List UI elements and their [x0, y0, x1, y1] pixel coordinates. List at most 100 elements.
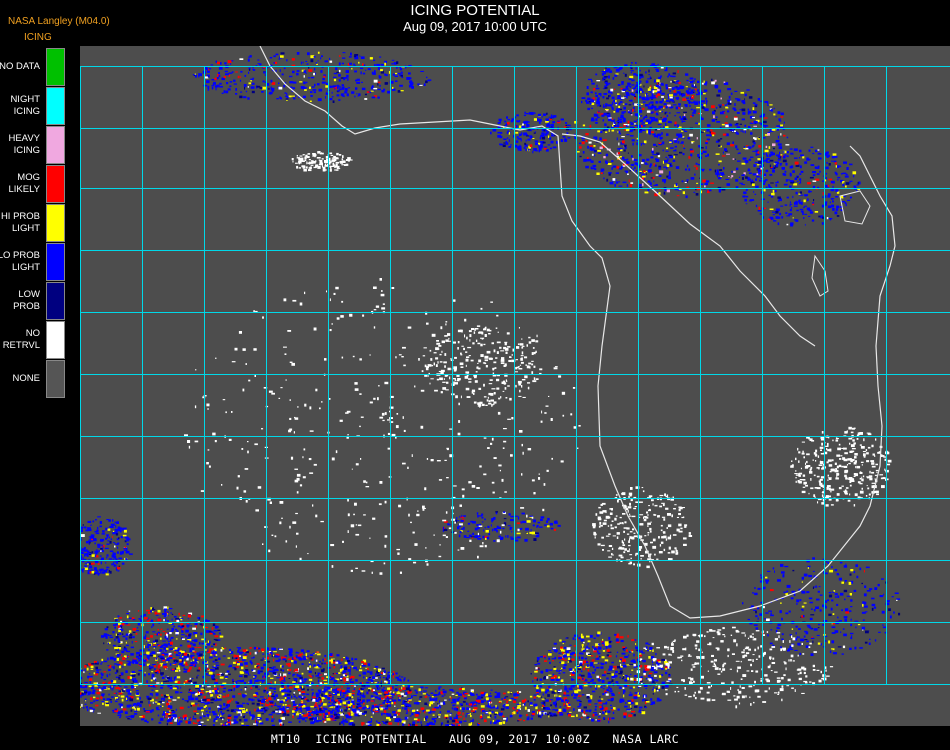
icing-pixel — [313, 72, 315, 76]
icing-pixel — [522, 123, 524, 126]
icing-map[interactable] — [80, 46, 950, 726]
icing-pixel — [208, 707, 211, 710]
icing-pixel — [249, 681, 253, 685]
icing-pixel — [170, 695, 173, 699]
icing-pixel — [675, 183, 678, 187]
icing-pixel — [589, 686, 592, 688]
icing-pixel — [779, 120, 782, 122]
icing-pixel — [339, 55, 341, 57]
icing-pixel — [671, 75, 676, 78]
icing-pixel — [281, 692, 285, 696]
icing-pixel — [689, 133, 693, 137]
icing-pixel — [857, 182, 859, 185]
icing-pixel — [650, 177, 653, 179]
icing-pixel — [132, 703, 135, 707]
icing-pixel — [108, 669, 111, 671]
icing-pixel — [741, 177, 744, 180]
icing-pixel — [588, 78, 592, 81]
icing-pixel — [704, 182, 708, 186]
icing-pixel — [107, 657, 109, 661]
icing-pixel — [312, 89, 317, 91]
icing-pixel — [273, 648, 277, 650]
icing-pixel — [613, 122, 616, 124]
icing-pixel — [621, 97, 625, 99]
icing-pixel — [549, 137, 552, 140]
icing-pixel — [364, 98, 368, 100]
icing-pixel — [83, 671, 85, 674]
icing-pixel — [291, 58, 295, 61]
icing-pixel — [676, 98, 679, 99]
icing-pixel — [645, 80, 649, 84]
icing-pixel — [350, 52, 352, 56]
icing-pixel — [697, 154, 700, 157]
icing-pixel — [303, 70, 307, 73]
icing-pixel — [655, 653, 657, 656]
icing-pixel — [87, 692, 91, 696]
icing-pixel — [193, 710, 197, 713]
icing-pixel — [808, 149, 811, 152]
icing-pixel — [701, 100, 705, 103]
icing-pixel — [162, 630, 166, 632]
icing-pixel — [149, 666, 154, 669]
icing-pixel — [752, 110, 757, 114]
icing-pixel — [677, 70, 679, 74]
icing-pixel — [765, 145, 768, 148]
icing-pixel — [566, 647, 571, 651]
icing-pixel — [110, 701, 112, 703]
icing-pixel — [612, 178, 616, 181]
icing-pixel — [693, 83, 695, 87]
icing-pixel — [638, 706, 643, 709]
icing-pixel — [275, 694, 278, 698]
icing-pixel — [167, 700, 172, 702]
icing-pixel — [275, 53, 279, 56]
icing-pixel — [305, 60, 308, 62]
icing-pixel — [165, 668, 169, 670]
icing-pixel — [653, 163, 655, 166]
icing-pixel — [160, 717, 164, 721]
icing-pixel — [601, 679, 605, 683]
icing-pixel — [684, 130, 688, 133]
icing-pixel — [741, 162, 746, 165]
icing-pixel — [363, 662, 367, 665]
icing-pixel — [534, 112, 536, 114]
icing-pixel — [742, 131, 744, 133]
icing-pixel — [694, 173, 696, 176]
icing-pixel — [589, 709, 592, 711]
icing-pixel — [250, 657, 254, 659]
icing-pixel — [720, 97, 722, 100]
icing-pixel — [666, 147, 669, 150]
icing-pixel — [640, 143, 642, 146]
icing-pixel — [290, 86, 293, 88]
icing-pixel — [284, 92, 286, 94]
icing-pixel — [786, 215, 790, 217]
icing-pixel — [344, 88, 348, 91]
icing-pixel — [508, 146, 512, 148]
icing-pixel — [525, 139, 527, 142]
icing-pixel — [689, 105, 692, 107]
icing-pixel — [278, 86, 283, 90]
icing-pixel — [595, 685, 597, 688]
icing-pixel — [114, 638, 116, 642]
icing-pixel — [775, 154, 778, 157]
icing-pixel — [609, 94, 611, 97]
icing-pixel — [222, 655, 226, 657]
icing-pixel — [382, 677, 385, 679]
icing-pixel — [657, 64, 659, 66]
icing-pixel — [163, 646, 166, 650]
icing-pixel — [678, 106, 681, 108]
icing-pixel — [314, 67, 316, 71]
icing-pixel — [331, 689, 334, 692]
icing-pixel — [630, 164, 634, 166]
icing-pixel — [318, 665, 322, 668]
icing-pixel — [166, 719, 169, 723]
icing-pixel — [764, 159, 768, 162]
icing-pixel — [400, 676, 404, 678]
icing-pixel — [638, 711, 640, 713]
icing-pixel — [127, 717, 130, 720]
icing-pixel — [532, 680, 534, 683]
icing-pixel — [581, 139, 585, 141]
icing-pixel — [303, 81, 306, 85]
icing-pixel — [817, 167, 820, 169]
legend-item-low-prob: LOW PROB — [0, 282, 66, 321]
icing-pixel — [268, 87, 270, 90]
